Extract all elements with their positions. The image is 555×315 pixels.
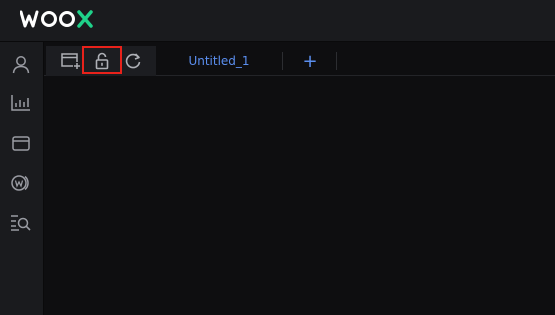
wallet-icon[interactable] bbox=[9, 131, 33, 155]
woo-coin-icon[interactable] bbox=[9, 171, 33, 195]
sidebar bbox=[0, 42, 44, 315]
add-tab-button[interactable]: + bbox=[298, 49, 322, 73]
user-icon[interactable] bbox=[9, 52, 33, 76]
toolbar: Untitled_1 + bbox=[44, 46, 555, 76]
new-window-icon[interactable] bbox=[59, 49, 83, 73]
tab-divider bbox=[336, 52, 337, 70]
tab-untitled-1[interactable]: Untitled_1 bbox=[184, 46, 254, 76]
woox-logo[interactable] bbox=[20, 7, 102, 31]
top-bar bbox=[0, 0, 555, 42]
woox-logo-mark bbox=[20, 10, 93, 28]
search-list-icon[interactable] bbox=[9, 210, 33, 234]
main-panel: Untitled_1 + bbox=[44, 42, 555, 315]
tab-divider bbox=[282, 52, 283, 70]
chart-bars-icon[interactable] bbox=[9, 91, 33, 115]
toolbar-actions bbox=[46, 46, 156, 76]
unlock-icon[interactable] bbox=[90, 49, 114, 73]
refresh-icon[interactable] bbox=[121, 49, 145, 73]
